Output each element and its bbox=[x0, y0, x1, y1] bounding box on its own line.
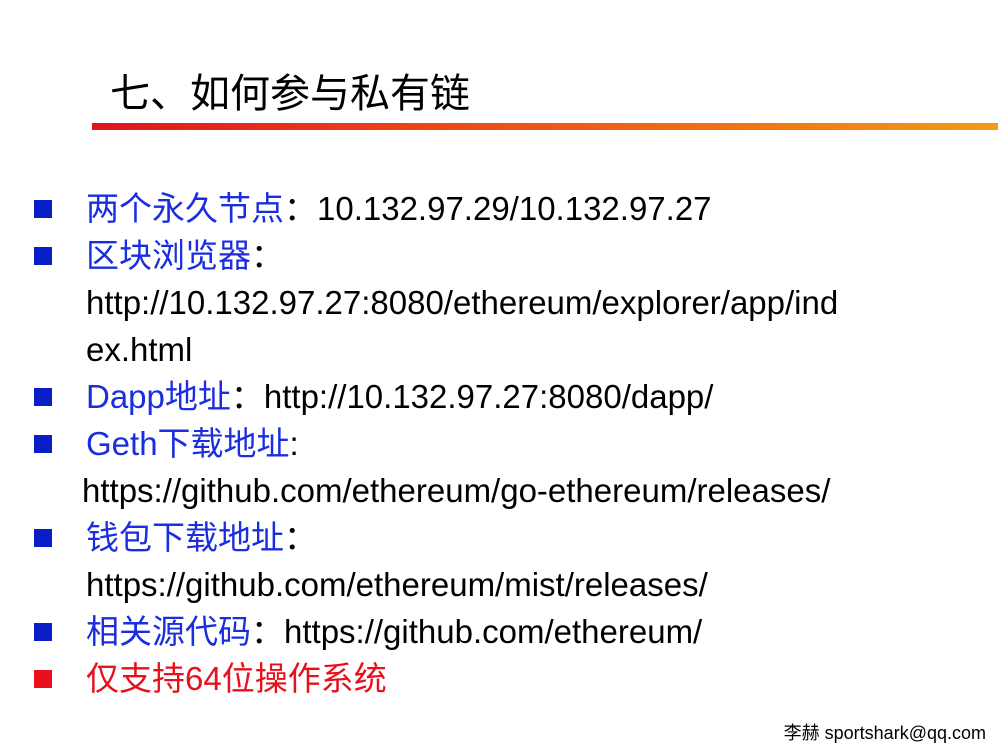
item-label: 仅支持64位操作系统 bbox=[86, 660, 387, 697]
item-label: 相关源代码 bbox=[86, 613, 251, 650]
bullet-list: 两个永久节点：10.132.97.29/10.132.97.27 区块浏览器： … bbox=[30, 185, 990, 702]
item-label: Geth下载地址 bbox=[86, 425, 290, 462]
list-item-64bit-only: 仅支持64位操作系统 bbox=[30, 655, 990, 702]
title-underline bbox=[92, 123, 998, 130]
slide: { "title": "七、如何参与私有链", "items": [ {"lab… bbox=[0, 0, 1000, 750]
square-bullet-icon bbox=[34, 388, 52, 406]
square-bullet-icon bbox=[34, 435, 52, 453]
square-bullet-icon bbox=[34, 529, 52, 547]
dapp-url[interactable]: http://10.132.97.27:8080/dapp/ bbox=[264, 378, 714, 415]
item-separator: ： bbox=[230, 378, 264, 415]
item-separator: ： bbox=[284, 190, 317, 227]
geth-download-url[interactable]: https://github.com/ethereum/go-ethereum/… bbox=[82, 467, 990, 514]
list-item-block-explorer: 区块浏览器： http://10.132.97.27:8080/ethereum… bbox=[30, 232, 990, 373]
explorer-url-line-1[interactable]: http://10.132.97.27:8080/ethereum/explor… bbox=[86, 279, 990, 326]
footer-author: 李赫 sportshark@qq.com bbox=[783, 723, 986, 743]
item-separator: ： bbox=[251, 613, 284, 650]
list-item-permanent-nodes: 两个永久节点：10.132.97.29/10.132.97.27 bbox=[30, 185, 990, 232]
item-label: 区块浏览器 bbox=[86, 237, 251, 274]
item-separator: ： bbox=[284, 519, 317, 556]
item-separator: ： bbox=[251, 237, 284, 274]
node-addresses: 10.132.97.29/10.132.97.27 bbox=[317, 190, 712, 227]
list-item-source-code: 相关源代码：https://github.com/ethereum/ bbox=[30, 608, 990, 655]
wallet-download-url[interactable]: https://github.com/ethereum/mist/release… bbox=[86, 561, 990, 608]
item-label: 两个永久节点 bbox=[86, 190, 284, 227]
item-label: 钱包下载地址 bbox=[86, 519, 284, 556]
source-code-url[interactable]: https://github.com/ethereum/ bbox=[284, 613, 702, 650]
list-item-dapp-address: Dapp地址：http://10.132.97.27:8080/dapp/ bbox=[30, 373, 990, 420]
square-bullet-icon bbox=[34, 247, 52, 265]
list-item-wallet-download: 钱包下载地址： https://github.com/ethereum/mist… bbox=[30, 514, 990, 608]
explorer-url-line-2[interactable]: ex.html bbox=[86, 326, 990, 373]
slide-title: 七、如何参与私有链 bbox=[110, 72, 470, 116]
item-label: Dapp地址 bbox=[86, 378, 231, 415]
square-bullet-icon bbox=[34, 623, 52, 641]
item-separator: : bbox=[289, 425, 299, 462]
square-bullet-icon bbox=[34, 670, 52, 688]
list-item-geth-download: Geth下载地址: https://github.com/ethereum/go… bbox=[30, 420, 990, 514]
square-bullet-icon bbox=[34, 200, 52, 218]
